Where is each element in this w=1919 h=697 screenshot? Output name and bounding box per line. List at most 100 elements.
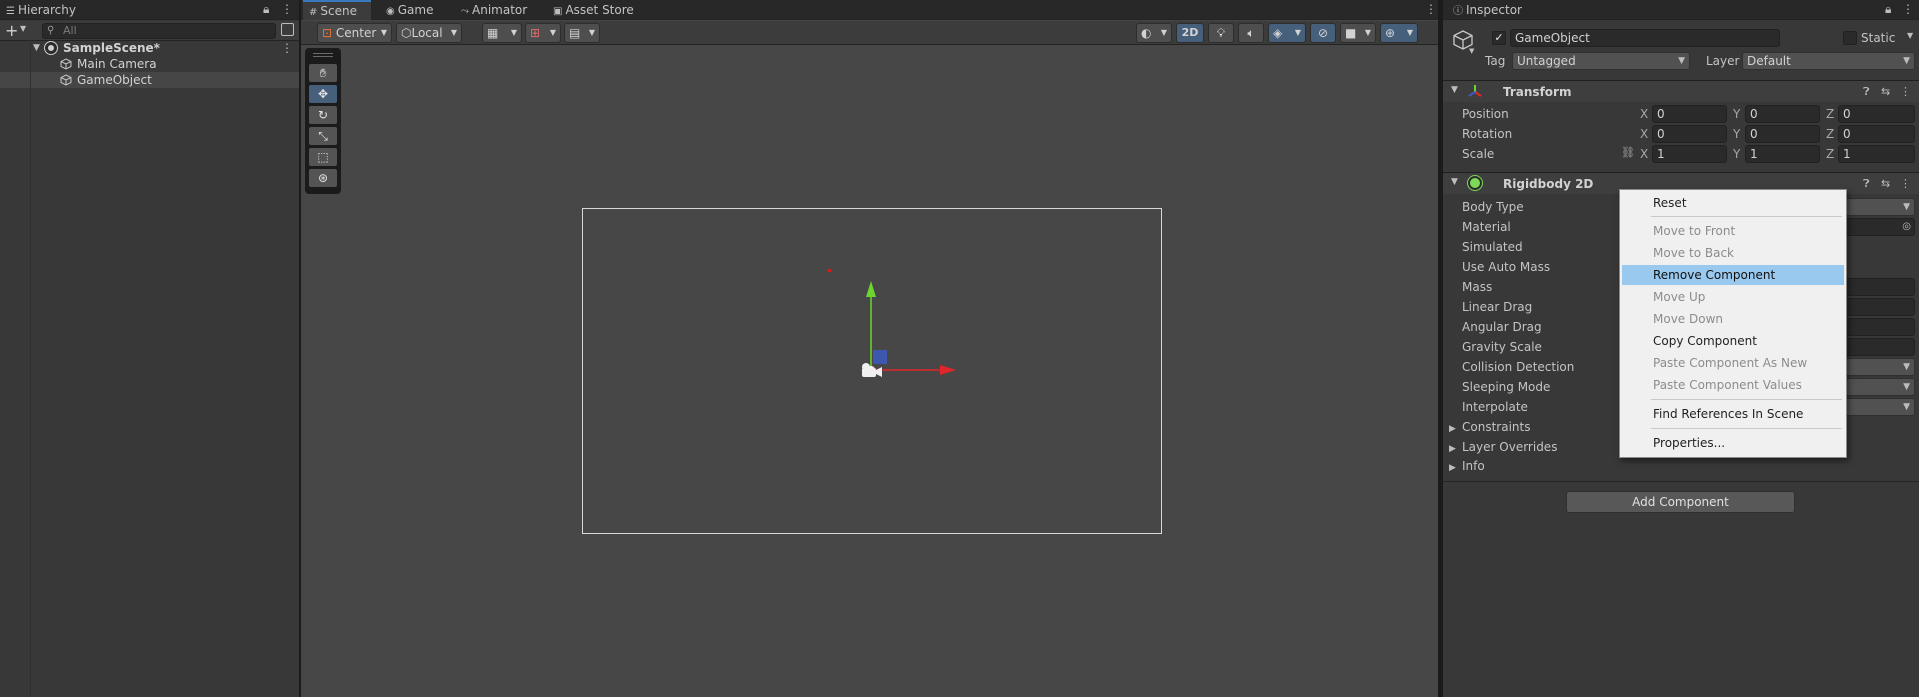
tab-scene[interactable]: # Scene [303, 0, 371, 20]
icon-dropdown-arrow-icon[interactable]: ▼ [1469, 47, 1474, 55]
move-tool[interactable]: ✥ [309, 85, 337, 103]
hidden-objects-toggle[interactable]: ⊘ [1310, 23, 1336, 43]
grid-visibility-dropdown[interactable]: ▤ ▼ [564, 23, 600, 43]
scale-tool[interactable]: ⤡ [309, 127, 337, 145]
axis-x-label[interactable]: X [1640, 127, 1648, 141]
tab-hierarchy-label: Hierarchy [17, 3, 76, 17]
menu-item-move-down[interactable]: Move Down [1622, 309, 1844, 329]
static-dropdown-arrow-icon[interactable]: ▼ [1907, 31, 1913, 40]
camera-settings-dropdown[interactable]: ■ ▼ [1340, 23, 1376, 43]
menu-item-paste-component-values[interactable]: Paste Component Values [1622, 375, 1844, 395]
constrain-proportions-link-icon[interactable]: ⛓︎ [1621, 146, 1635, 159]
hierarchy-item-gameobject[interactable]: GameObject [0, 72, 299, 88]
help-icon[interactable]: ❓︎ [1863, 85, 1870, 99]
presets-sliders-icon[interactable]: ⇆ [1881, 177, 1890, 190]
audio-toggle[interactable]: 🔈︎ [1238, 23, 1264, 43]
axis-z-label[interactable]: Z [1826, 107, 1834, 121]
axis-x-label[interactable]: X [1640, 107, 1648, 121]
expand-arrow-icon[interactable]: ▼ [33, 40, 40, 56]
rect-tool[interactable]: ⬚ [309, 148, 337, 166]
active-checkbox[interactable]: ✓ [1492, 31, 1506, 45]
rotate-tool[interactable]: ↻ [309, 106, 337, 124]
scale-z-field[interactable]: 1 [1838, 145, 1915, 163]
scale-y-field[interactable]: 1 [1745, 145, 1820, 163]
rotation-y-field[interactable]: 0 [1745, 125, 1820, 143]
tag-dropdown[interactable]: Untagged ▼ [1512, 52, 1690, 70]
constraints-foldout[interactable]: ▶ Constraints [1449, 420, 1530, 434]
dropdown-arrow-icon: ▼ [1678, 56, 1685, 66]
info-foldout[interactable]: ▶ Info [1449, 459, 1485, 473]
create-dropdown-arrow-icon[interactable]: ▼ [20, 24, 26, 33]
menu-item-properties[interactable]: Properties... [1622, 433, 1844, 453]
component-menu-icon[interactable]: ⋮ [1900, 177, 1911, 190]
scene-grid-icon: # [309, 7, 318, 18]
foldout-arrow-icon[interactable]: ▼ [1451, 85, 1458, 95]
transform-tool[interactable]: ⊛ [309, 169, 337, 187]
menu-item-move-to-back[interactable]: Move to Back [1622, 243, 1844, 263]
hierarchy-item-main-camera[interactable]: Main Camera [0, 56, 299, 72]
menu-item-copy-component[interactable]: Copy Component [1622, 331, 1844, 351]
increment-snap-dropdown[interactable]: ⊞ ▼ [525, 23, 561, 43]
menu-item-find-references[interactable]: Find References In Scene [1622, 404, 1844, 424]
layer-dropdown[interactable]: Default ▼ [1742, 52, 1915, 70]
scale-x-field[interactable]: 1 [1652, 145, 1727, 163]
hand-tool[interactable]: ✋︎ [309, 64, 337, 82]
rotate-icon: ↻ [317, 108, 329, 122]
move-gizmo[interactable] [856, 275, 966, 385]
position-y-field[interactable]: 0 [1745, 105, 1820, 123]
position-z-field[interactable]: 0 [1838, 105, 1915, 123]
lock-icon[interactable]: 🔒︎ [263, 2, 269, 17]
rotation-x-field[interactable]: 0 [1652, 125, 1727, 143]
lock-icon[interactable]: 🔒︎ [1885, 2, 1891, 17]
toggle-2d-label: 2D [1181, 26, 1199, 39]
menu-item-move-up[interactable]: Move Up [1622, 287, 1844, 307]
object-name-field[interactable]: GameObject [1510, 29, 1780, 47]
position-x-field[interactable]: 0 [1652, 105, 1727, 123]
create-plus-icon[interactable]: + [5, 21, 18, 40]
scene-more-icon[interactable]: ⋮ [281, 40, 293, 56]
foldout-arrow-icon[interactable]: ▼ [1451, 177, 1458, 187]
info-icon: ⓘ [1453, 6, 1463, 17]
palette-grip-icon[interactable] [313, 53, 333, 54]
presets-sliders-icon[interactable]: ⇆ [1881, 85, 1890, 98]
grid-snap-dropdown[interactable]: ▦ ▼ [482, 23, 522, 43]
tab-game[interactable]: ◉ Game [380, 0, 439, 20]
static-checkbox[interactable] [1843, 31, 1857, 45]
object-picker-icon[interactable]: ◎ [1902, 219, 1911, 235]
axis-z-label[interactable]: Z [1826, 147, 1834, 161]
more-menu-icon[interactable]: ⋮ [1902, 2, 1914, 16]
tab-asset-store[interactable]: ▣ Asset Store [547, 0, 640, 20]
hierarchy-search-input[interactable]: ⚲ All [42, 23, 276, 39]
component-menu-icon[interactable]: ⋮ [1900, 85, 1911, 98]
add-component-button[interactable]: Add Component [1566, 491, 1795, 513]
menu-item-move-to-front[interactable]: Move to Front [1622, 221, 1844, 241]
tab-hierarchy[interactable]: ☰ Hierarchy [0, 0, 82, 20]
panel-splitter-left[interactable] [299, 0, 301, 697]
help-icon[interactable]: ❓︎ [1863, 177, 1870, 191]
axis-y-label[interactable]: Y [1733, 107, 1740, 121]
list-icon: ☰ [6, 6, 15, 17]
space-local-dropdown[interactable]: ⬡Local ▼ [396, 23, 462, 43]
effects-dropdown[interactable]: ◈ ▼ [1268, 23, 1306, 43]
axis-x-label[interactable]: X [1640, 147, 1648, 161]
scene-more-menu-icon[interactable]: ⋮ [1425, 2, 1437, 16]
draw-mode-dropdown[interactable]: ◐ ▼ [1136, 23, 1172, 43]
axis-z-label[interactable]: Z [1826, 127, 1834, 141]
pivot-center-dropdown[interactable]: ⊡ Center ▼ [317, 23, 392, 43]
menu-item-paste-component-as-new[interactable]: Paste Component As New [1622, 353, 1844, 373]
menu-item-remove-component[interactable]: Remove Component [1622, 265, 1844, 285]
hierarchy-scene-row[interactable]: ▼ SampleScene* ⋮ [0, 40, 299, 56]
transform-header[interactable]: ▼ Transform ❓︎ ⇆ ⋮ [1443, 80, 1919, 102]
menu-item-reset[interactable]: Reset [1622, 193, 1844, 213]
rotation-z-field[interactable]: 0 [1838, 125, 1915, 143]
axis-y-label[interactable]: Y [1733, 127, 1740, 141]
scene-visibility-icon[interactable] [281, 23, 294, 36]
gizmos-dropdown[interactable]: ⊕ ▼ [1380, 23, 1418, 43]
more-menu-icon[interactable]: ⋮ [281, 2, 293, 16]
layer-overrides-foldout[interactable]: ▶ Layer Overrides [1449, 440, 1557, 454]
axis-y-label[interactable]: Y [1733, 147, 1740, 161]
tab-inspector[interactable]: ⓘ Inspector [1447, 0, 1528, 20]
lighting-toggle[interactable]: 💡︎ [1208, 23, 1234, 43]
toggle-2d-button[interactable]: 2D [1176, 23, 1204, 43]
tab-animator[interactable]: ⤳ Animator [455, 0, 533, 20]
